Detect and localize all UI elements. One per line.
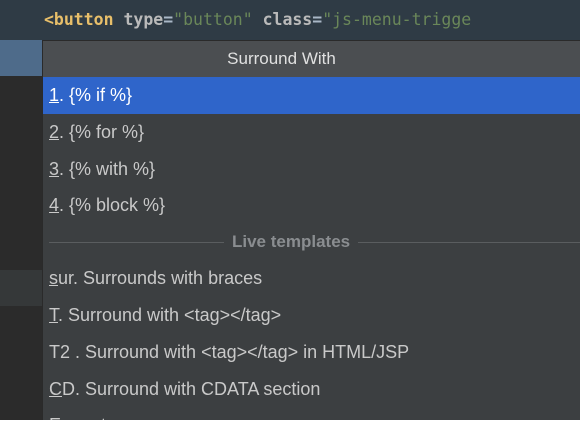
separator-line-left	[49, 241, 224, 243]
menu-item-mnemonic: T	[49, 304, 58, 325]
section-label: Live templates	[232, 232, 351, 252]
editor-gutter-highlight	[0, 40, 42, 76]
editor-gutter-stripe	[0, 270, 48, 306]
popup-title: Surround With	[43, 41, 580, 77]
code-open-tag: <button	[44, 10, 114, 29]
menu-item-label: ur. Surrounds with braces	[58, 268, 263, 289]
menu-item-template-1[interactable]: sur. Surrounds with braces	[43, 260, 580, 297]
menu-item-mnemonic: 3	[49, 158, 60, 179]
menu-item-label: . {% block %}	[59, 195, 166, 216]
live-templates-separator: Live templates	[43, 224, 580, 260]
menu-item-mnemonic: 1	[49, 85, 60, 105]
code-equals: =	[163, 10, 174, 29]
menu-item-template-5[interactable]: Emmet	[43, 407, 580, 420]
bottom-margin	[0, 420, 580, 433]
menu-item-mnemonic: 2	[49, 121, 60, 142]
menu-item-label: . {% if %}	[59, 85, 133, 105]
menu-item-label: . {% for %}	[59, 121, 145, 142]
menu-item-template-2[interactable]: T. Surround with <tag></tag>	[43, 297, 580, 334]
menu-item-template-4[interactable]: CD. Surround with CDATA section	[43, 371, 580, 408]
code-equals: =	[312, 10, 323, 29]
numbered-items-list: 1. {% if %} 2. {% for %} 3. {% with %} 4. {…	[43, 77, 580, 224]
separator-line-right	[358, 241, 580, 243]
menu-item-mnemonic: 4	[49, 195, 60, 216]
menu-item-label: . Surround with <tag></tag>	[58, 304, 282, 325]
screen: <button type="button" class="js-menu-tri…	[0, 0, 580, 433]
menu-item-numbered-3[interactable]: 3. {% with %}	[43, 151, 580, 188]
menu-item-mnemonic: C	[49, 378, 62, 399]
code-attr-class: class	[252, 10, 313, 29]
menu-item-mnemonic: s	[49, 268, 58, 289]
menu-item-label: T2 . Surround with <tag></tag> in HTML/J…	[49, 341, 410, 362]
code-attr-type: type	[113, 10, 164, 29]
code-line[interactable]: <button type="button" class="js-menu-tri…	[0, 0, 580, 40]
menu-item-template-3[interactable]: T2 . Surround with <tag></tag> in HTML/J…	[43, 334, 580, 371]
surround-with-popup: Surround With 1. {% if %} 2. {% for %} 3. …	[42, 40, 580, 420]
template-items-list: sur. Surrounds with braces T. Surround wi…	[43, 260, 580, 420]
menu-item-numbered-1[interactable]: 1. {% if %}	[43, 77, 580, 114]
menu-item-label: D. Surround with CDATA section	[62, 378, 321, 399]
menu-item-numbered-2[interactable]: 2. {% for %}	[43, 114, 580, 151]
code-value-type: "button"	[173, 10, 253, 29]
menu-item-label: . {% with %}	[59, 158, 156, 179]
code-value-class: "js-menu-trigge	[322, 10, 472, 29]
menu-item-numbered-4[interactable]: 4. {% block %}	[43, 187, 580, 224]
